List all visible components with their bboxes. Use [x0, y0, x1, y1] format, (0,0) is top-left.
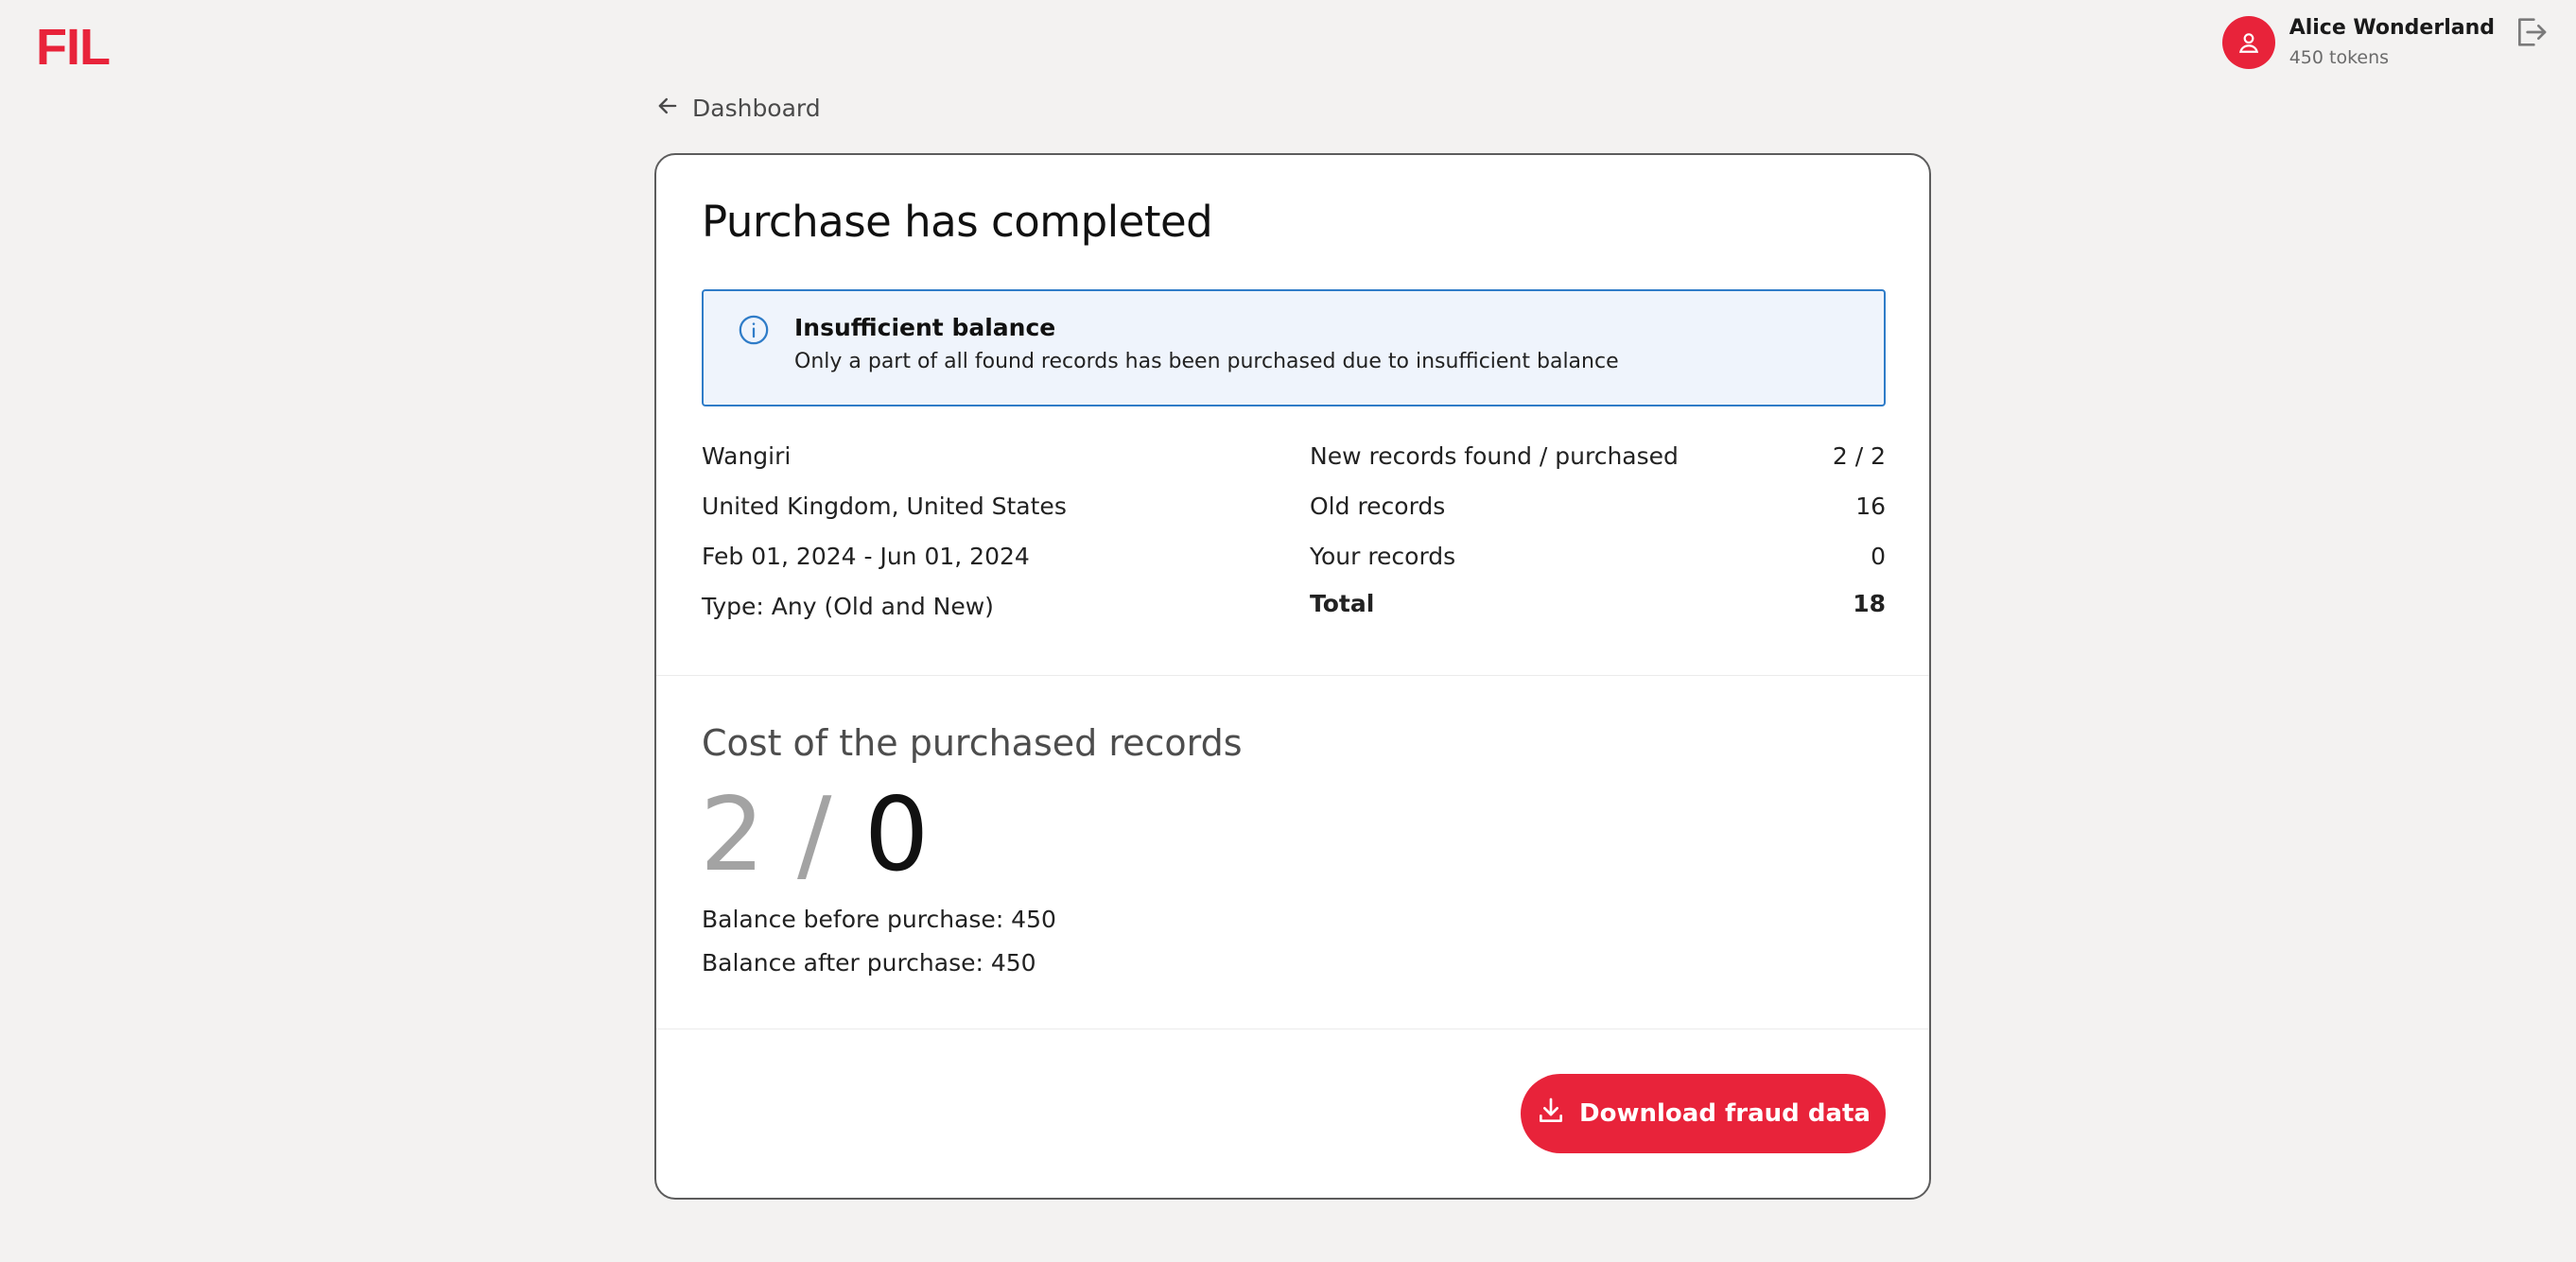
cost-value-charged: 0 — [863, 776, 930, 894]
download-icon — [1536, 1096, 1579, 1132]
stat-label: Old records — [1310, 493, 1446, 520]
stat-label: New records found / purchased — [1310, 442, 1679, 470]
stat-row-your-records: Your records 0 — [1310, 543, 1886, 593]
stat-value: 16 — [1855, 493, 1886, 520]
download-fraud-data-button[interactable]: Download fraud data — [1521, 1074, 1886, 1153]
search-criteria: Wangiri United Kingdom, United States Fe… — [702, 442, 1067, 643]
section-divider — [656, 675, 1929, 676]
stat-row-old-records: Old records 16 — [1310, 493, 1886, 543]
back-to-dashboard-link[interactable]: Dashboard — [654, 93, 821, 123]
balance-before: Balance before purchase: 450 — [702, 906, 1056, 933]
stat-row-new-records: New records found / purchased 2 / 2 — [1310, 442, 1886, 493]
user-info: Alice Wonderland 450 tokens — [2289, 13, 2495, 72]
records-summary: New records found / purchased 2 / 2 Old … — [1310, 442, 1886, 643]
stat-row-total: Total 18 — [1310, 590, 1886, 643]
stat-value: 18 — [1853, 590, 1886, 617]
alert-message: Only a part of all found records has bee… — [794, 350, 1619, 373]
criteria-date-range: Feb 01, 2024 - Jun 01, 2024 — [702, 543, 1030, 570]
info-icon — [738, 314, 770, 350]
user-menu: Alice Wonderland 450 tokens — [2221, 13, 2550, 72]
stat-value: 2 / 2 — [1832, 442, 1886, 470]
criteria-countries: United Kingdom, United States — [702, 493, 1067, 520]
stat-value: 0 — [1871, 543, 1886, 570]
criteria-record-type: Type: Any (Old and New) — [702, 593, 994, 620]
user-token-balance: 450 tokens — [2289, 47, 2390, 68]
app-logo[interactable]: FIL — [36, 21, 111, 74]
alert-title: Insufficient balance — [794, 314, 1056, 341]
back-link-label: Dashboard — [692, 94, 821, 122]
cost-value-purchased: 2 / — [700, 776, 832, 894]
page-title: Purchase has completed — [702, 197, 1213, 247]
criteria-fraud-type: Wangiri — [702, 442, 792, 470]
logout-icon[interactable] — [2512, 13, 2550, 51]
stat-label: Your records — [1310, 543, 1456, 570]
cost-section-title: Cost of the purchased records — [702, 722, 1243, 764]
user-avatar-icon[interactable] — [2221, 16, 2275, 69]
stat-label: Total — [1310, 590, 1375, 617]
user-name: Alice Wonderland — [2289, 16, 2495, 40]
cost-value: 2 / 0 — [700, 779, 930, 892]
insufficient-balance-alert: Insufficient balance Only a part of all … — [702, 289, 1886, 406]
purchase-result-card: Purchase has completed Insufficient bala… — [654, 153, 1931, 1200]
download-button-label: Download fraud data — [1579, 1099, 1871, 1128]
arrow-left-icon — [654, 93, 681, 123]
balance-after: Balance after purchase: 450 — [702, 949, 1036, 977]
